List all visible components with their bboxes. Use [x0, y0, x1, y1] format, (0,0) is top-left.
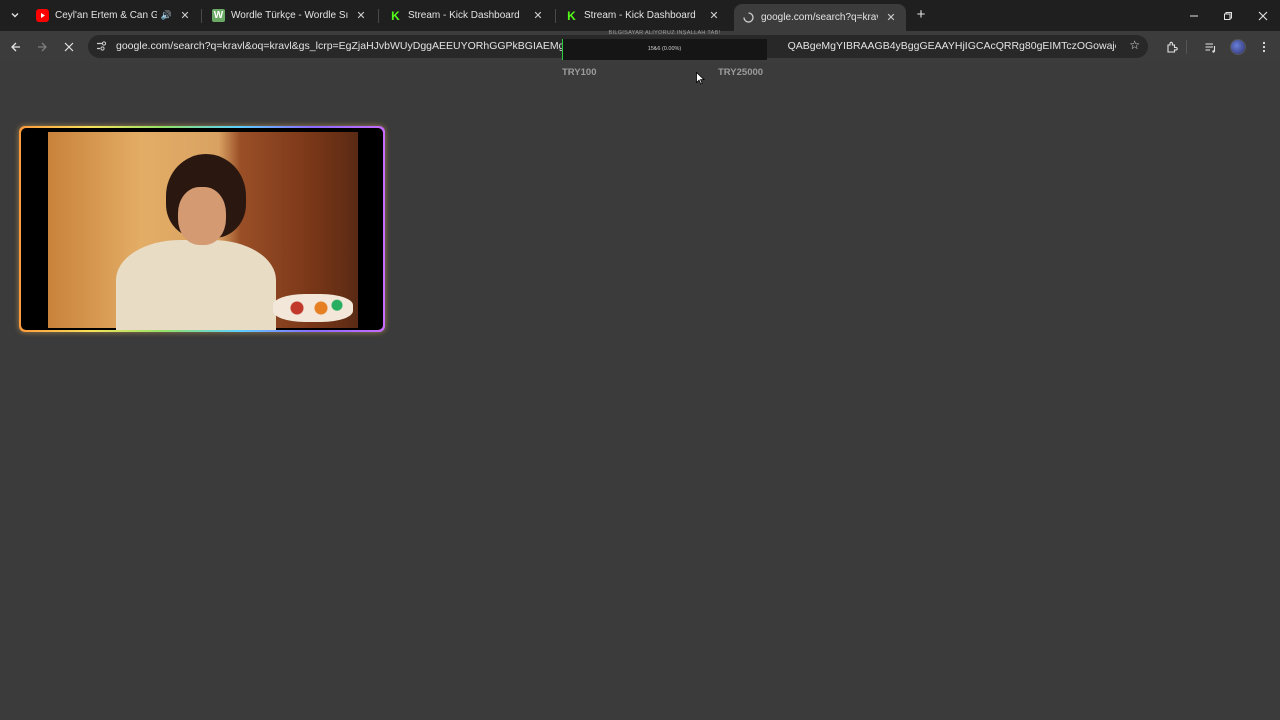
- minimize-icon: [1190, 15, 1198, 16]
- site-info-icon[interactable]: [94, 40, 107, 53]
- restore-button[interactable]: [1211, 0, 1245, 31]
- video-person-face: [178, 187, 226, 245]
- tab-close-icon[interactable]: ✕: [884, 11, 898, 24]
- kick-icon: K: [391, 8, 400, 23]
- goal-title: BILGISAYAR ALIYORUZ INŞALLAH TAB!: [608, 30, 721, 36]
- chevron-down-icon: [11, 13, 19, 18]
- tab-title: Wordle Türkçe - Wordle Sınırsız: [231, 10, 348, 21]
- goal-progress-bar: 15₺6 (0.00%): [562, 39, 767, 60]
- webcam-video: [21, 128, 383, 330]
- menu-kebab-icon[interactable]: [1255, 38, 1273, 56]
- video-food-plate: [273, 294, 353, 322]
- media-control-icon[interactable]: [1201, 38, 1219, 56]
- restore-icon: [1224, 11, 1232, 20]
- bookmark-star-icon[interactable]: ☆: [1129, 38, 1140, 52]
- tab-title: Stream - Kick Dashboard: [408, 10, 520, 21]
- close-window-button[interactable]: [1246, 0, 1280, 31]
- close-icon: [64, 42, 74, 52]
- minimize-button[interactable]: [1177, 0, 1211, 31]
- wordle-icon: W: [212, 9, 225, 22]
- loading-icon: [742, 11, 755, 24]
- url-right: QABgeMgYIBRAAGB4yBggGEAAYHjIGCAcQRRg80gE…: [787, 40, 1116, 52]
- tab-kick-dashboard-1[interactable]: K Stream - Kick Dashboard ✕: [381, 0, 553, 31]
- tab-search-button[interactable]: [6, 6, 24, 24]
- video-scene: [48, 132, 358, 330]
- youtube-icon: [36, 9, 49, 22]
- tab-close-icon[interactable]: ✕: [354, 9, 368, 22]
- donation-goal-widget: BILGISAYAR ALIYORUZ INŞALLAH TAB! 15₺6 (…: [562, 28, 767, 64]
- forward-button[interactable]: [32, 37, 52, 57]
- extensions-icon[interactable]: [1162, 38, 1180, 56]
- back-arrow-icon: [11, 42, 20, 52]
- tab-youtube[interactable]: Ceyl'an Ertem & Can Güngör 🔊 ✕: [28, 0, 200, 31]
- url-left: google.com/search?q=kravl&oq=kravl&gs_lc…: [116, 40, 583, 52]
- mouse-cursor-icon: [696, 72, 705, 85]
- tab-google-search[interactable]: google.com/search?q=kravl&o ✕: [734, 4, 906, 31]
- kick-icon: K: [567, 8, 576, 23]
- tab-divider: [201, 9, 202, 23]
- tab-divider: [378, 9, 379, 23]
- tab-title: google.com/search?q=kravl&o: [761, 12, 878, 23]
- tab-close-icon[interactable]: ✕: [531, 9, 545, 22]
- tab-title: Ceyl'an Ertem & Can Güngör: [55, 10, 157, 21]
- video-person-robe: [116, 240, 276, 330]
- stop-loading-button[interactable]: [59, 37, 79, 57]
- tab-wordle[interactable]: W Wordle Türkçe - Wordle Sınırsız ✕: [204, 0, 376, 31]
- tab-strip: Ceyl'an Ertem & Can Güngör 🔊 ✕ W Wordle …: [0, 0, 1280, 31]
- speaker-icon[interactable]: 🔊: [161, 10, 172, 21]
- back-button[interactable]: [6, 37, 26, 57]
- close-icon: [1258, 11, 1268, 20]
- webcam-video-frame: [19, 126, 385, 332]
- forward-arrow-icon: [38, 42, 47, 52]
- tab-title: Stream - Kick Dashboard: [584, 10, 696, 21]
- tab-close-icon[interactable]: ✕: [178, 9, 192, 22]
- tab-close-icon[interactable]: ✕: [707, 9, 721, 22]
- tab-kick-dashboard-2[interactable]: K Stream - Kick Dashboard ✕: [557, 0, 729, 31]
- goal-progress-text: 15₺6 (0.00%): [647, 46, 682, 52]
- new-tab-button[interactable]: +: [912, 6, 930, 24]
- toolbar-divider: [1186, 40, 1187, 54]
- goal-min-label: TRY100: [562, 67, 597, 78]
- profile-avatar[interactable]: [1230, 39, 1246, 55]
- goal-max-label: TRY25000: [718, 67, 764, 78]
- tab-divider: [555, 9, 556, 23]
